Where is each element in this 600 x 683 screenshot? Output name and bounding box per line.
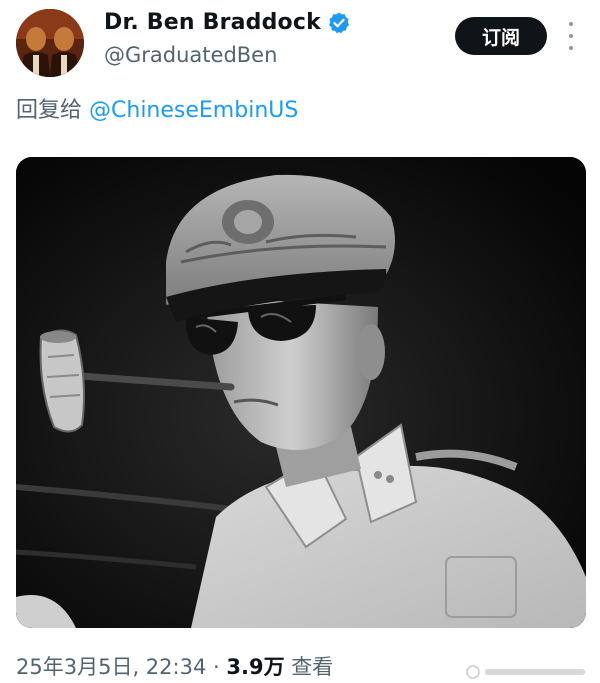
views-label: 查看	[291, 655, 334, 679]
reply-prefix: 回复给	[16, 98, 83, 123]
views-count: 3.9万	[226, 655, 285, 679]
display-name[interactable]: Dr. Ben Braddock	[104, 10, 321, 35]
verified-badge-icon	[327, 11, 351, 35]
reply-to-line: 回复给 @ChineseEmbinUS	[16, 92, 298, 124]
watermark-logo	[465, 662, 595, 682]
avatar[interactable]	[16, 9, 84, 77]
tweet-photo[interactable]	[16, 157, 586, 628]
reply-mention-link[interactable]: @ChineseEmbinUS	[89, 98, 298, 123]
more-options-icon[interactable]	[564, 22, 578, 50]
tweet-card: Dr. Ben Braddock @GraduatedBen 订阅 回复给 @C…	[0, 0, 600, 683]
timestamp[interactable]: 25年3月5日, 22:34	[16, 655, 206, 679]
tweet-meta: 25年3月5日, 22:34 · 3.9万 查看	[16, 651, 333, 681]
user-handle[interactable]: @GraduatedBen	[104, 43, 277, 67]
author-name-row[interactable]: Dr. Ben Braddock	[104, 10, 351, 35]
subscribe-button[interactable]: 订阅	[455, 17, 547, 55]
meta-separator: ·	[213, 655, 220, 679]
